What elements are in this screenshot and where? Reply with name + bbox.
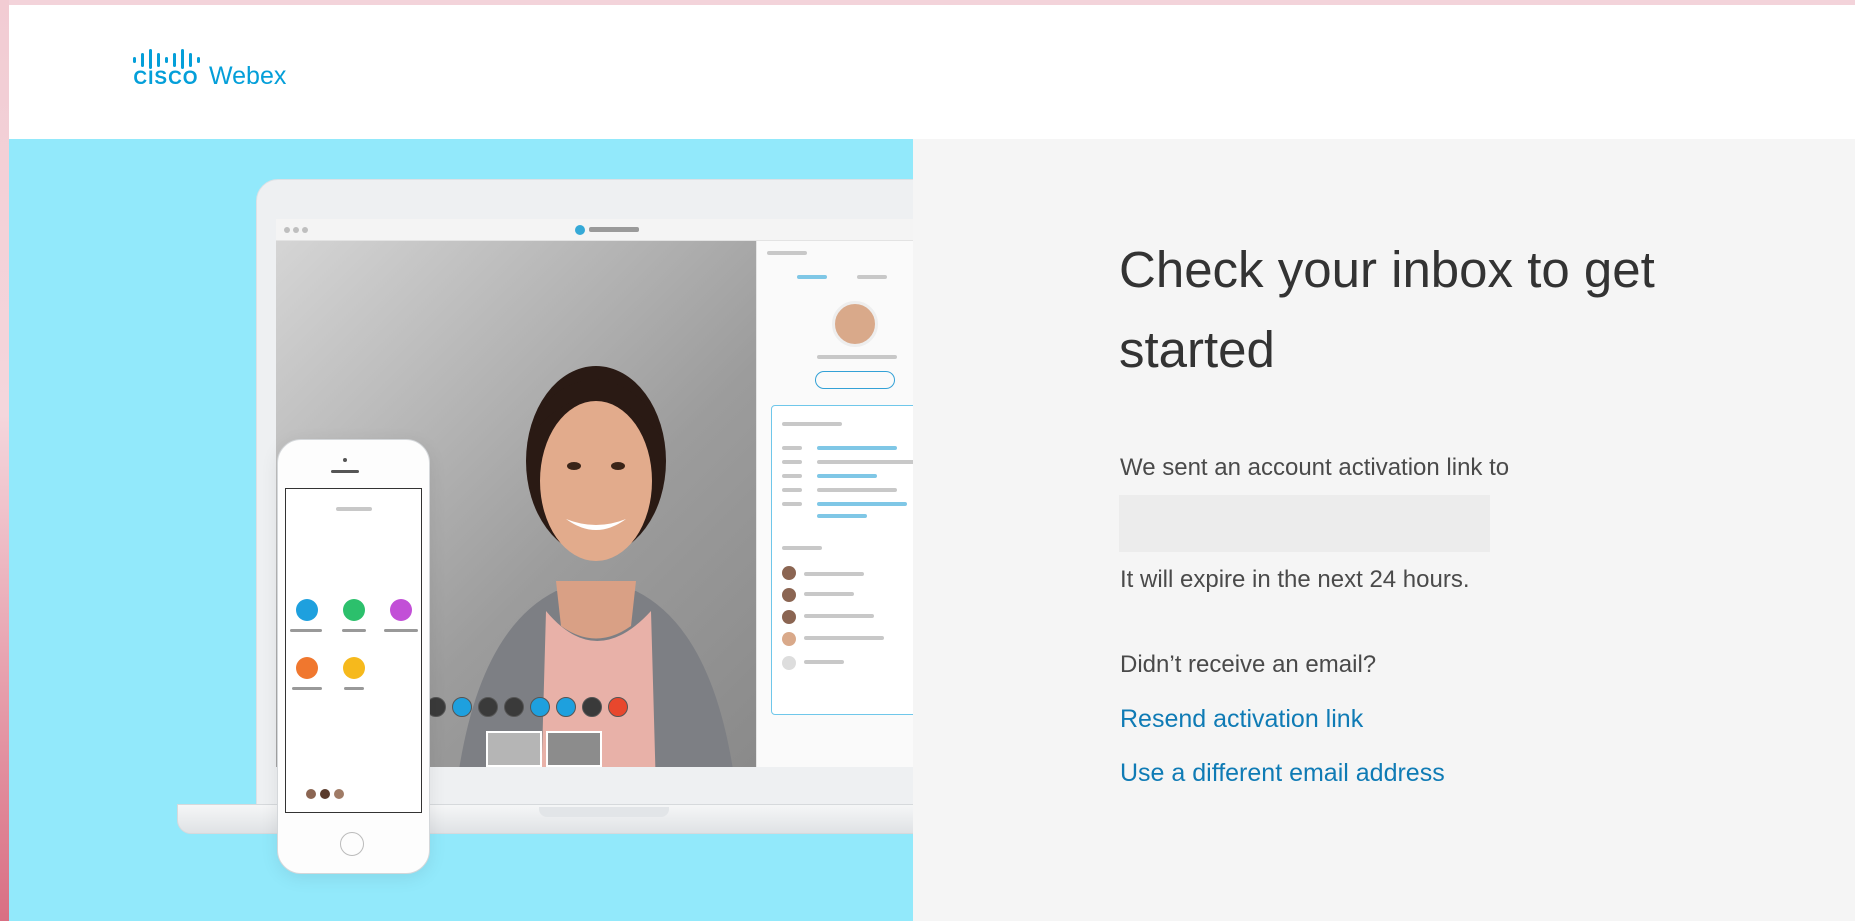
contact-details-card	[771, 405, 913, 715]
whiteboard-app-icon	[390, 599, 412, 621]
use-different-email-link[interactable]: Use a different email address	[1120, 759, 1445, 788]
contact-action-button	[815, 371, 895, 389]
chat-icon	[556, 697, 576, 717]
cisco-wordmark: CISCO	[133, 68, 199, 89]
phone-illustration	[277, 439, 430, 874]
hero-illustration	[9, 139, 913, 921]
cisco-webex-logo[interactable]: CISCO Webex	[131, 48, 287, 90]
resend-activation-link[interactable]: Resend activation link	[1120, 705, 1363, 734]
share-icon	[478, 697, 498, 717]
end-call-icon	[608, 697, 628, 717]
meeting-sidebar	[756, 241, 913, 767]
phone-screen	[285, 488, 422, 813]
more-icon	[582, 697, 602, 717]
webex-wordmark: Webex	[209, 62, 287, 90]
participant-photo	[459, 366, 733, 767]
email-address-display	[1119, 495, 1490, 552]
activation-sent-text: We sent an account activation link to	[1120, 454, 1510, 481]
expiry-text: It will expire in the next 24 hours.	[1120, 566, 1470, 593]
meeting-controls	[426, 697, 628, 717]
video-icon	[452, 697, 472, 717]
message-app-icon	[296, 599, 318, 621]
cisco-bars-icon	[133, 49, 200, 69]
participants-icon	[530, 697, 550, 717]
page-title: Check your inbox to get started	[1119, 241, 1655, 378]
files-app-icon	[343, 657, 365, 679]
phone-home-button	[340, 832, 364, 856]
contact-avatar	[832, 301, 878, 347]
record-icon	[504, 697, 524, 717]
schedule-app-icon	[296, 657, 318, 679]
not-received-text: Didn’t receive an email?	[1120, 651, 1377, 678]
window-frame-left	[0, 0, 9, 921]
header: CISCO Webex	[9, 5, 1855, 139]
participant-thumbnails	[486, 731, 602, 767]
meet-app-icon	[343, 599, 365, 621]
cisco-logo: CISCO	[131, 48, 201, 88]
webex-app-icon	[575, 225, 585, 235]
meeting-window-titlebar	[276, 219, 913, 241]
